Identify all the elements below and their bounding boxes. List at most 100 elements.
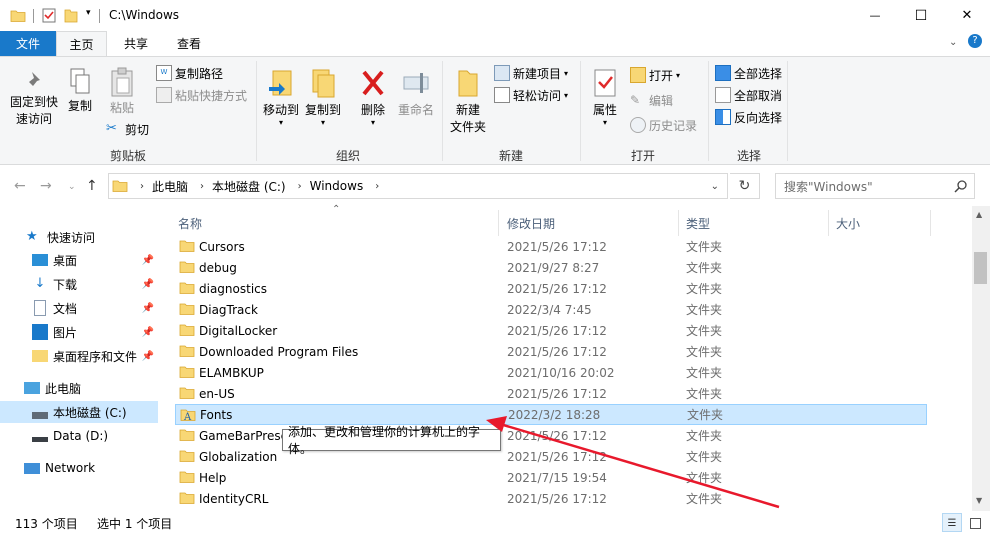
table-row[interactable]: en-US 2021/5/26 17:12 文件夹 <box>175 383 927 404</box>
back-arrow-icon[interactable]: ← <box>14 178 26 194</box>
breadcrumb-windows[interactable]: Windows <box>310 179 364 193</box>
delete-button[interactable]: 删除 ▾ <box>354 67 392 127</box>
breadcrumb-local-disk[interactable]: 本地磁盘 (C:) <box>212 178 286 195</box>
help-icon[interactable]: ? <box>968 34 982 48</box>
new-item-button[interactable]: 新建项目 ▾ <box>494 63 568 83</box>
table-row[interactable]: Cursors 2021/5/26 17:12 文件夹 <box>175 236 927 257</box>
pin-quick-access-button[interactable]: 固定到快 速访问 <box>4 69 64 128</box>
copy-to-button[interactable]: 复制到 ▾ <box>302 67 344 127</box>
close-button[interactable]: ✕ <box>944 0 990 31</box>
tooltip: 添加、更改和管理你的计算机上的字体。 <box>282 425 501 456</box>
group-separator <box>580 61 581 161</box>
nav-local-disk[interactable]: 本地磁盘 (C:) <box>0 401 158 423</box>
easy-access-button[interactable]: 轻松访问 ▾ <box>494 85 568 105</box>
column-header-name[interactable]: 名称 <box>178 212 202 234</box>
pin-icon[interactable]: 📌 <box>142 279 154 290</box>
column-header-date[interactable]: 修改日期 <box>507 212 555 234</box>
new-folder-quick-icon[interactable] <box>64 8 78 23</box>
star-icon: ★ <box>26 229 38 244</box>
breadcrumb-chevron-icon[interactable]: › <box>375 181 379 192</box>
column-divider[interactable] <box>828 210 829 236</box>
open-button[interactable]: 打开 ▾ <box>630 65 680 85</box>
edit-button[interactable]: ✎ 编辑 <box>630 90 673 110</box>
nav-downloads[interactable]: ↓ 下载 📌 <box>32 273 158 295</box>
column-divider[interactable] <box>678 210 679 236</box>
refresh-button[interactable]: ↻ <box>730 173 760 199</box>
breadcrumb-chevron-icon[interactable]: › <box>200 181 204 192</box>
scrollbar-thumb[interactable] <box>974 252 987 284</box>
minimize-button[interactable]: — <box>852 0 898 31</box>
ribbon-collapse-icon[interactable]: ⌄ <box>949 37 957 48</box>
copy-to-icon <box>312 69 335 98</box>
table-row[interactable]: debug 2021/9/27 8:27 文件夹 <box>175 257 927 278</box>
pin-icon[interactable]: 📌 <box>142 303 154 314</box>
breadcrumb-chevron-icon[interactable]: › <box>298 181 302 192</box>
up-arrow-icon[interactable]: ↑ <box>86 178 98 194</box>
recent-locations-chevron-icon[interactable]: ⌄ <box>68 182 76 192</box>
breadcrumb-chevron-icon[interactable]: › <box>140 181 144 192</box>
title-separator-2 <box>99 9 100 23</box>
table-row[interactable]: DigitalLocker 2021/5/26 17:12 文件夹 <box>175 320 927 341</box>
paste-shortcut-button[interactable]: 粘贴快捷方式 <box>156 85 247 105</box>
copy-path-button[interactable]: W 复制路径 <box>156 63 223 83</box>
tab-view[interactable]: 查看 <box>164 31 214 56</box>
details-view-button[interactable]: ☰ <box>942 513 962 532</box>
select-all-button[interactable]: 全部选择 <box>715 63 782 83</box>
select-none-button[interactable]: 全部取消 <box>715 85 782 105</box>
nav-desktop[interactable]: 桌面 📌 <box>32 249 158 271</box>
column-divider[interactable] <box>930 210 931 236</box>
nav-pictures-label: 图片 <box>53 325 78 340</box>
invert-selection-button[interactable]: 反向选择 <box>715 107 782 127</box>
paste-button[interactable]: 粘贴 <box>104 67 140 117</box>
tab-file[interactable]: 文件 <box>0 31 56 56</box>
column-header-size[interactable]: 大小 <box>836 212 860 234</box>
scroll-up-icon[interactable]: ▲ <box>976 210 982 219</box>
properties-quick-icon[interactable] <box>42 8 56 23</box>
pin-icon[interactable]: 📌 <box>142 351 154 362</box>
nav-network[interactable]: Network <box>24 457 182 479</box>
table-row[interactable]: ELAMBKUP 2021/10/16 20:02 文件夹 <box>175 362 927 383</box>
search-placeholder: 搜索"Windows" <box>784 179 873 194</box>
table-row[interactable]: IdentityCRL 2021/5/26 17:12 文件夹 <box>175 488 927 509</box>
tab-home[interactable]: 主页 <box>56 31 107 56</box>
nav-desktop-files[interactable]: 桌面程序和文件 📌 <box>32 345 158 367</box>
navigation-pane: ★ 快速访问 桌面 📌 ↓ 下载 📌 文档 📌 图片 📌 桌面程序和文件 📌 此… <box>0 206 160 511</box>
properties-button[interactable]: 属性 ▾ <box>586 67 624 127</box>
select-none-label: 全部取消 <box>734 88 783 103</box>
search-input[interactable]: 搜索"Windows" <box>775 173 975 199</box>
nav-this-pc[interactable]: 此电脑 <box>24 377 182 399</box>
customize-toolbar-chevron-icon[interactable]: ▾ <box>86 8 91 18</box>
column-divider[interactable] <box>498 210 499 236</box>
easy-access-label: 轻松访问 <box>513 88 562 103</box>
nav-pictures[interactable]: 图片 📌 <box>32 321 158 343</box>
history-button[interactable]: 历史记录 <box>630 115 697 135</box>
maximize-button[interactable]: ☐ <box>898 0 944 31</box>
breadcrumb-this-pc[interactable]: 此电脑 <box>152 178 188 195</box>
vertical-scrollbar[interactable]: ▲ ▼ <box>972 206 990 511</box>
nav-documents[interactable]: 文档 📌 <box>32 297 158 319</box>
scroll-down-icon[interactable]: ▼ <box>976 496 982 505</box>
address-dropdown-icon[interactable]: ⌄ <box>711 181 719 192</box>
table-row[interactable]: diagnostics 2021/5/26 17:12 文件夹 <box>175 278 927 299</box>
table-row[interactable]: DiagTrack 2022/3/4 7:45 文件夹 <box>175 299 927 320</box>
table-row[interactable]: Help 2021/7/15 19:54 文件夹 <box>175 467 927 488</box>
forward-arrow-icon[interactable]: → <box>40 178 52 194</box>
properties-label: 属性 <box>592 103 617 117</box>
cut-button[interactable]: ✂ 剪切 <box>106 119 149 139</box>
edit-label: 编辑 <box>649 93 674 108</box>
table-row[interactable]: Downloaded Program Files 2021/5/26 17:12 文… <box>175 341 927 362</box>
large-icons-view-button[interactable] <box>965 513 985 532</box>
pin-icon[interactable]: 📌 <box>142 327 154 338</box>
address-bar[interactable]: › 此电脑 › 本地磁盘 (C:) › Windows › ⌄ <box>108 173 728 199</box>
folder-icon <box>179 387 195 399</box>
new-folder-button[interactable]: 新建 文件夹 <box>446 67 490 136</box>
column-header-type[interactable]: 类型 <box>686 212 710 234</box>
search-icon <box>954 180 967 193</box>
copy-button[interactable]: 复制 <box>62 67 98 115</box>
move-to-button[interactable]: 移动到 ▾ <box>260 67 302 127</box>
table-row[interactable]: A Fonts 2022/3/2 18:28 文件夹 <box>175 404 927 425</box>
rename-button[interactable]: 重命名 <box>394 67 438 119</box>
file-type: 文件夹 <box>686 324 723 338</box>
pin-icon[interactable]: 📌 <box>142 255 154 266</box>
tab-share[interactable]: 共享 <box>110 31 162 56</box>
